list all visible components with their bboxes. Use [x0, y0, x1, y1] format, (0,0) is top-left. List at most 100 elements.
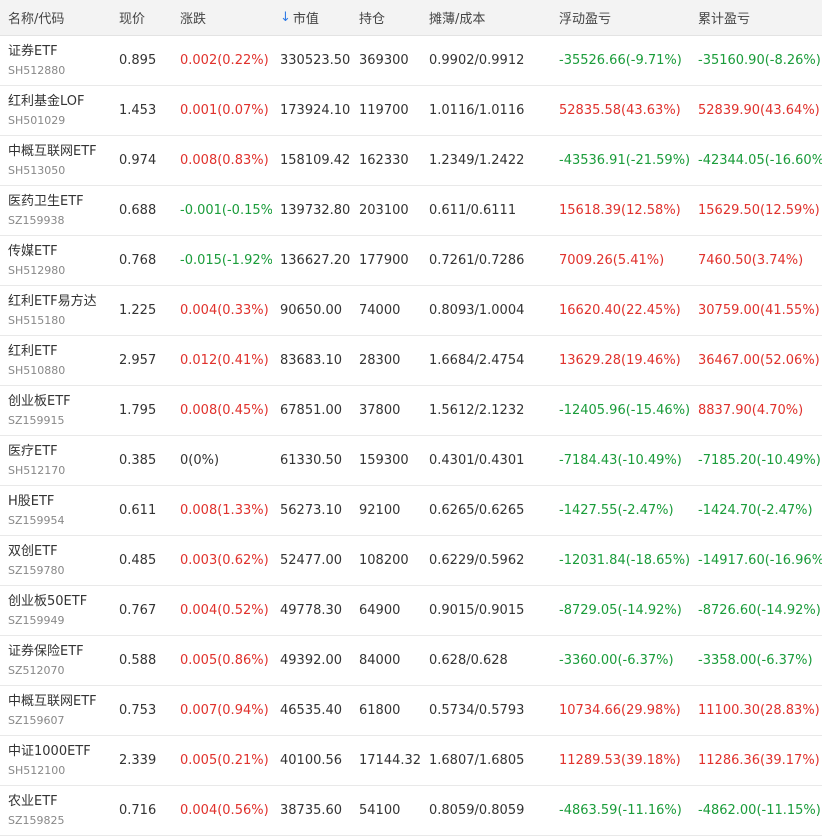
price-cell: 0.588 [119, 653, 157, 668]
fund-name-cell: 医疗ETF SH512170 [0, 443, 111, 479]
table-row[interactable]: 红利基金LOF SH501029 1.453 0.001(0.07%) 173924.1… [0, 86, 822, 136]
fund-name-cell: 医药卫生ETF SZ159938 [0, 193, 111, 229]
fund-name-cell: 红利ETF SH510880 [0, 343, 111, 379]
holding-cell: 74000 [359, 303, 401, 318]
table-row[interactable]: 医药卫生ETF SZ159938 0.688 -0.001(-0.15%) 139732… [0, 186, 822, 236]
price-cell: 2.957 [119, 353, 157, 368]
total-pnl-cell: -14917.60(-16.96%) [698, 553, 822, 568]
float-pnl-cell: 7009.26(5.41%) [559, 253, 665, 268]
column-header-price[interactable]: 现价 [111, 8, 172, 27]
price-cell: 0.611 [119, 503, 157, 518]
fund-code: SZ159954 [8, 513, 65, 527]
float-pnl-cell: -12031.84(-18.65%) [559, 553, 690, 568]
change-cell: 0.004(0.56%) [180, 803, 269, 818]
change-cell: 0.001(0.07%) [180, 103, 269, 118]
fund-name: 创业板ETF [8, 393, 71, 409]
table-row[interactable]: 创业板ETF SZ159915 1.795 0.008(0.45%) 67851.00 3… [0, 386, 822, 436]
market-value-cell: 61330.50 [280, 453, 343, 468]
fund-code: SH513050 [8, 163, 66, 177]
fund-name-cell: 创业板ETF SZ159915 [0, 393, 111, 429]
fund-name: 医疗ETF [8, 443, 58, 459]
holding-cell: 177900 [359, 253, 409, 268]
price-cell: 0.974 [119, 153, 157, 168]
holding-cell: 64900 [359, 603, 401, 618]
fund-name: 红利基金LOF [8, 93, 85, 109]
fund-name-cell: 红利ETF易方达 SH515180 [0, 293, 111, 329]
price-cell: 1.795 [119, 403, 157, 418]
table-row[interactable]: 证券ETF SH512880 0.895 0.002(0.22%) 330523.50 3… [0, 36, 822, 86]
table-row[interactable]: 红利ETF易方达 SH515180 1.225 0.004(0.33%) 90650.0… [0, 286, 822, 336]
float-pnl-cell: -12405.96(-15.46%) [559, 403, 690, 418]
holding-cell: 159300 [359, 453, 409, 468]
table-row[interactable]: 中概互联网ETF SZ159607 0.753 0.007(0.94%) 46535.4… [0, 686, 822, 736]
column-header-name[interactable]: 名称/代码 [0, 8, 111, 27]
column-header-market-value[interactable]: ↓ 市值 [272, 8, 351, 27]
holding-cell: 369300 [359, 53, 409, 68]
table-row[interactable]: 创业板50ETF SZ159949 0.767 0.004(0.52%) 49778.3… [0, 586, 822, 636]
market-value-cell: 139732.80 [280, 203, 351, 218]
price-cell: 0.767 [119, 603, 157, 618]
price-cell: 2.339 [119, 753, 157, 768]
change-cell: 0.002(0.22%) [180, 53, 269, 68]
fund-name-cell: 双创ETF SZ159780 [0, 543, 111, 579]
total-pnl-cell: 52839.90(43.64%) [698, 103, 820, 118]
market-value-cell: 330523.50 [280, 53, 351, 68]
cost-cell: 0.7261/0.7286 [429, 253, 525, 268]
fund-name-cell: 中概互联网ETF SH513050 [0, 143, 111, 179]
market-value-cell: 173924.10 [280, 103, 351, 118]
cost-cell: 0.8093/1.0004 [429, 303, 525, 318]
market-value-cell: 49778.30 [280, 603, 343, 618]
total-pnl-cell: 11100.30(28.83%) [698, 703, 820, 718]
fund-name: 中概互联网ETF [8, 693, 97, 709]
total-pnl-cell: -8726.60(-14.92%) [698, 603, 821, 618]
cost-cell: 0.9902/0.9912 [429, 53, 525, 68]
float-pnl-cell: 10734.66(29.98%) [559, 703, 681, 718]
table-row[interactable]: 双创ETF SZ159780 0.485 0.003(0.62%) 52477.00 10… [0, 536, 822, 586]
change-cell: 0(0%) [180, 453, 220, 468]
column-header-change[interactable]: 涨跌 [172, 8, 272, 27]
market-value-cell: 56273.10 [280, 503, 343, 518]
price-cell: 0.716 [119, 803, 157, 818]
fund-name-cell: 中概互联网ETF SZ159607 [0, 693, 111, 729]
column-header-total-pnl[interactable]: 累计盈亏 [690, 8, 822, 27]
fund-code: SZ512070 [8, 663, 65, 677]
fund-name-cell: 证券保险ETF SZ512070 [0, 643, 111, 679]
holding-cell: 17144.32 [359, 753, 421, 768]
market-value-cell: 38735.60 [280, 803, 343, 818]
total-pnl-cell: -1424.70(-2.47%) [698, 503, 813, 518]
cost-cell: 0.5734/0.5793 [429, 703, 525, 718]
price-cell: 0.688 [119, 203, 157, 218]
column-header-holding[interactable]: 持仓 [351, 8, 421, 27]
table-row[interactable]: 红利ETF SH510880 2.957 0.012(0.41%) 83683.10 28… [0, 336, 822, 386]
change-cell: 0.004(0.33%) [180, 303, 269, 318]
table-row[interactable]: 医疗ETF SH512170 0.385 0(0%) 61330.50 159300 0.4… [0, 436, 822, 486]
fund-code: SZ159780 [8, 563, 65, 577]
cost-cell: 0.6229/0.5962 [429, 553, 525, 568]
market-value-cell: 46535.40 [280, 703, 343, 718]
price-cell: 1.453 [119, 103, 157, 118]
column-header-float-pnl[interactable]: 浮动盈亏 [551, 8, 690, 27]
fund-name-cell: 农业ETF SZ159825 [0, 793, 111, 829]
price-cell: 0.385 [119, 453, 157, 468]
table-row[interactable]: 中证1000ETF SH512100 2.339 0.005(0.21%) 40100.… [0, 736, 822, 786]
table-row[interactable]: 农业ETF SZ159825 0.716 0.004(0.56%) 38735.60 54… [0, 786, 822, 836]
fund-code: SZ159825 [8, 813, 65, 827]
fund-name: 中概互联网ETF [8, 143, 97, 159]
cost-cell: 0.611/0.6111 [429, 203, 517, 218]
holding-cell: 54100 [359, 803, 401, 818]
table-row[interactable]: 中概互联网ETF SH513050 0.974 0.008(0.83%) 158109.… [0, 136, 822, 186]
holding-cell: 119700 [359, 103, 409, 118]
price-cell: 0.753 [119, 703, 157, 718]
total-pnl-cell: -7185.20(-10.49%) [698, 453, 821, 468]
float-pnl-cell: 52835.58(43.63%) [559, 103, 681, 118]
table-row[interactable]: 传媒ETF SH512980 0.768 -0.015(-1.92%) 136627.2… [0, 236, 822, 286]
market-value-cell: 67851.00 [280, 403, 343, 418]
float-pnl-cell: -7184.43(-10.49%) [559, 453, 682, 468]
change-cell: -0.015(-1.92%) [180, 253, 272, 268]
market-value-cell: 52477.00 [280, 553, 343, 568]
total-pnl-cell: 11286.36(39.17%) [698, 753, 820, 768]
table-row[interactable]: H股ETF SZ159954 0.611 0.008(1.33%) 56273.10 92… [0, 486, 822, 536]
column-header-cost[interactable]: 摊薄/成本 [421, 8, 551, 27]
fund-code: SH501029 [8, 113, 66, 127]
table-row[interactable]: 证券保险ETF SZ512070 0.588 0.005(0.86%) 49392.00… [0, 636, 822, 686]
